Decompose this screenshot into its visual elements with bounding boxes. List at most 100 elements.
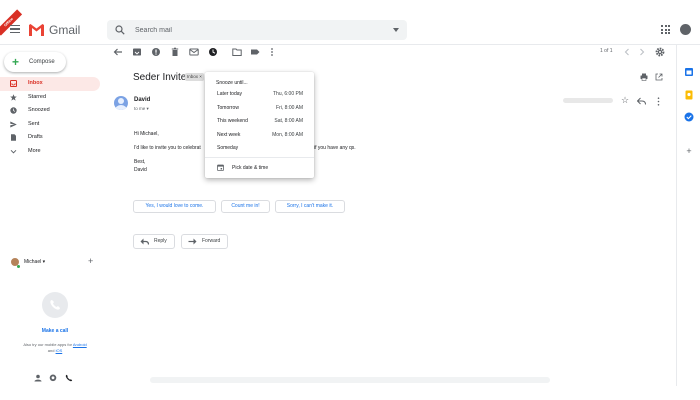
footer-blurred [150, 377, 550, 383]
compose-button[interactable]: + Compose [4, 52, 66, 72]
pick-date-time-option[interactable]: Pick date & time [232, 165, 268, 171]
gmail-app: Offline Gmail + Compose Inbox [0, 9, 700, 386]
forward-arrow-icon [188, 238, 197, 245]
online-status-icon [17, 265, 20, 268]
mark-unread-icon[interactable] [189, 47, 199, 57]
reply-label: Reply [154, 238, 167, 244]
star-outline-icon[interactable]: ☆ [621, 96, 629, 105]
reply-icon[interactable] [637, 97, 646, 105]
smart-reply-yes[interactable]: Yes, I would love to come. [133, 200, 216, 213]
apps-grid-icon[interactable] [661, 25, 670, 34]
hangouts-user[interactable]: Michael ▾ + [8, 256, 98, 270]
sidebar-item-label: Drafts [28, 134, 43, 140]
reply-button[interactable]: Reply [133, 234, 175, 249]
snooze-option-time: Thu, 6:00 PM [272, 91, 303, 97]
snooze-option-this-weekend[interactable]: This weekend Sat, 8:00 AM [205, 115, 314, 128]
sidebar-item-label: More [28, 147, 41, 154]
email-body-end: if you have any qs. [314, 145, 356, 151]
snooze-option-label: This weekend [217, 118, 248, 124]
snooze-option-someday[interactable]: Someday [205, 142, 314, 155]
recipient-details[interactable]: to me ▾ [134, 106, 149, 112]
search-input[interactable] [135, 23, 375, 37]
mobile-apps-text: Also try our mobile apps for Android and… [23, 342, 87, 353]
snooze-option-next-week[interactable]: Next week Mon, 8:00 AM [205, 129, 314, 142]
send-icon [10, 121, 17, 127]
snooze-option-tomorrow[interactable]: Tomorrow Fri, 8:00 AM [205, 102, 314, 115]
more-vert-icon[interactable] [267, 47, 277, 57]
inbox-label-chip[interactable]: Inbox × [185, 73, 204, 81]
make-a-call-link[interactable]: Make a call [0, 328, 110, 334]
sidebar-nav: Inbox Starred Snoozed Sent Drafts More [0, 77, 100, 158]
move-to-icon[interactable] [232, 47, 242, 57]
snooze-menu: Snooze until... Later today Thu, 6:00 PM… [205, 72, 314, 178]
compose-label: Compose [29, 59, 55, 65]
hangouts-user-name: Michael ▾ [24, 259, 46, 265]
snooze-option-later-today[interactable]: Later today Thu, 6:00 PM [205, 88, 314, 101]
search-icon[interactable] [115, 25, 125, 35]
hangouts-bottom-bar [30, 373, 80, 383]
snooze-option-label: Tomorrow [217, 104, 239, 111]
chat-icon[interactable] [49, 374, 57, 382]
account-avatar[interactable] [680, 24, 691, 35]
top-header: Offline Gmail [0, 9, 700, 45]
clock-icon [10, 107, 17, 114]
ios-link[interactable]: iOS [56, 348, 63, 353]
add-contact-icon[interactable]: + [88, 256, 93, 266]
tasks-icon[interactable] [684, 112, 694, 122]
contacts-icon[interactable] [34, 374, 42, 382]
inbox-icon [10, 80, 17, 87]
archive-icon[interactable] [132, 47, 142, 57]
sidebar-item-drafts[interactable]: Drafts [0, 131, 100, 145]
sidebar-item-label: Snoozed [28, 107, 50, 113]
snooze-option-time: Fri, 8:00 AM [276, 104, 303, 111]
smart-reply-count-me-in[interactable]: Count me in! [221, 200, 270, 213]
email-date-blurred [563, 98, 613, 103]
reply-arrow-icon [140, 238, 149, 245]
print-icon[interactable] [640, 73, 648, 81]
sidebar-item-inbox[interactable]: Inbox [0, 77, 100, 91]
calendar-icon[interactable] [684, 67, 694, 77]
snooze-option-label: Someday [217, 145, 239, 151]
email-toolbar: 1 of 1 [110, 45, 670, 61]
main-menu-icon[interactable] [10, 25, 20, 34]
email-subject: Seder Invite [133, 72, 187, 83]
gmail-brand: Gmail [49, 23, 81, 37]
newer-chevron-icon[interactable] [622, 47, 632, 57]
email-body: Hi Michael, I'd like to invite you to ce… [134, 130, 356, 174]
sidebar-item-snoozed[interactable]: Snoozed [0, 104, 100, 118]
report-spam-icon[interactable] [151, 47, 161, 57]
delete-icon[interactable] [170, 47, 180, 57]
snooze-menu-header: Snooze until... [216, 80, 248, 86]
android-link[interactable]: Android [73, 342, 87, 347]
phone-bubble-icon [42, 292, 68, 318]
email-closing: Best, [134, 159, 146, 165]
add-addon-icon[interactable]: + [684, 146, 694, 156]
older-chevron-icon[interactable] [637, 47, 647, 57]
back-arrow-icon[interactable] [113, 47, 123, 57]
snooze-option-label: Next week [217, 131, 241, 138]
calendar-pick-icon [217, 164, 224, 171]
message-more-icon[interactable] [657, 97, 660, 106]
search-options-icon[interactable] [393, 28, 399, 32]
snooze-option-time: Mon, 8:00 AM [272, 131, 303, 138]
compose-plus-icon: + [12, 55, 20, 69]
forward-button[interactable]: Forward [181, 234, 228, 249]
settings-gear-icon[interactable] [655, 47, 665, 57]
email-body-start: I'd like to invite you to celebrat [134, 145, 201, 151]
snooze-option-label: Later today [217, 91, 243, 97]
page-counter: 1 of 1 [600, 48, 613, 54]
keep-icon[interactable] [684, 90, 694, 100]
sidebar-item-starred[interactable]: Starred [0, 91, 100, 105]
smart-reply-sorry[interactable]: Sorry, I can't make it. [275, 200, 345, 213]
sidebar-item-sent[interactable]: Sent [0, 118, 100, 132]
sidebar-item-label: Inbox [28, 80, 43, 86]
phone-icon[interactable] [65, 374, 73, 382]
star-icon [10, 93, 17, 101]
open-new-window-icon[interactable] [655, 73, 663, 81]
snooze-clock-icon[interactable] [208, 47, 218, 57]
search-bar [107, 20, 407, 40]
gmail-logo-icon [29, 24, 44, 36]
sidebar-item-label: Starred [28, 93, 47, 100]
label-icon[interactable] [250, 47, 260, 57]
sidebar-item-more[interactable]: More [0, 145, 100, 159]
